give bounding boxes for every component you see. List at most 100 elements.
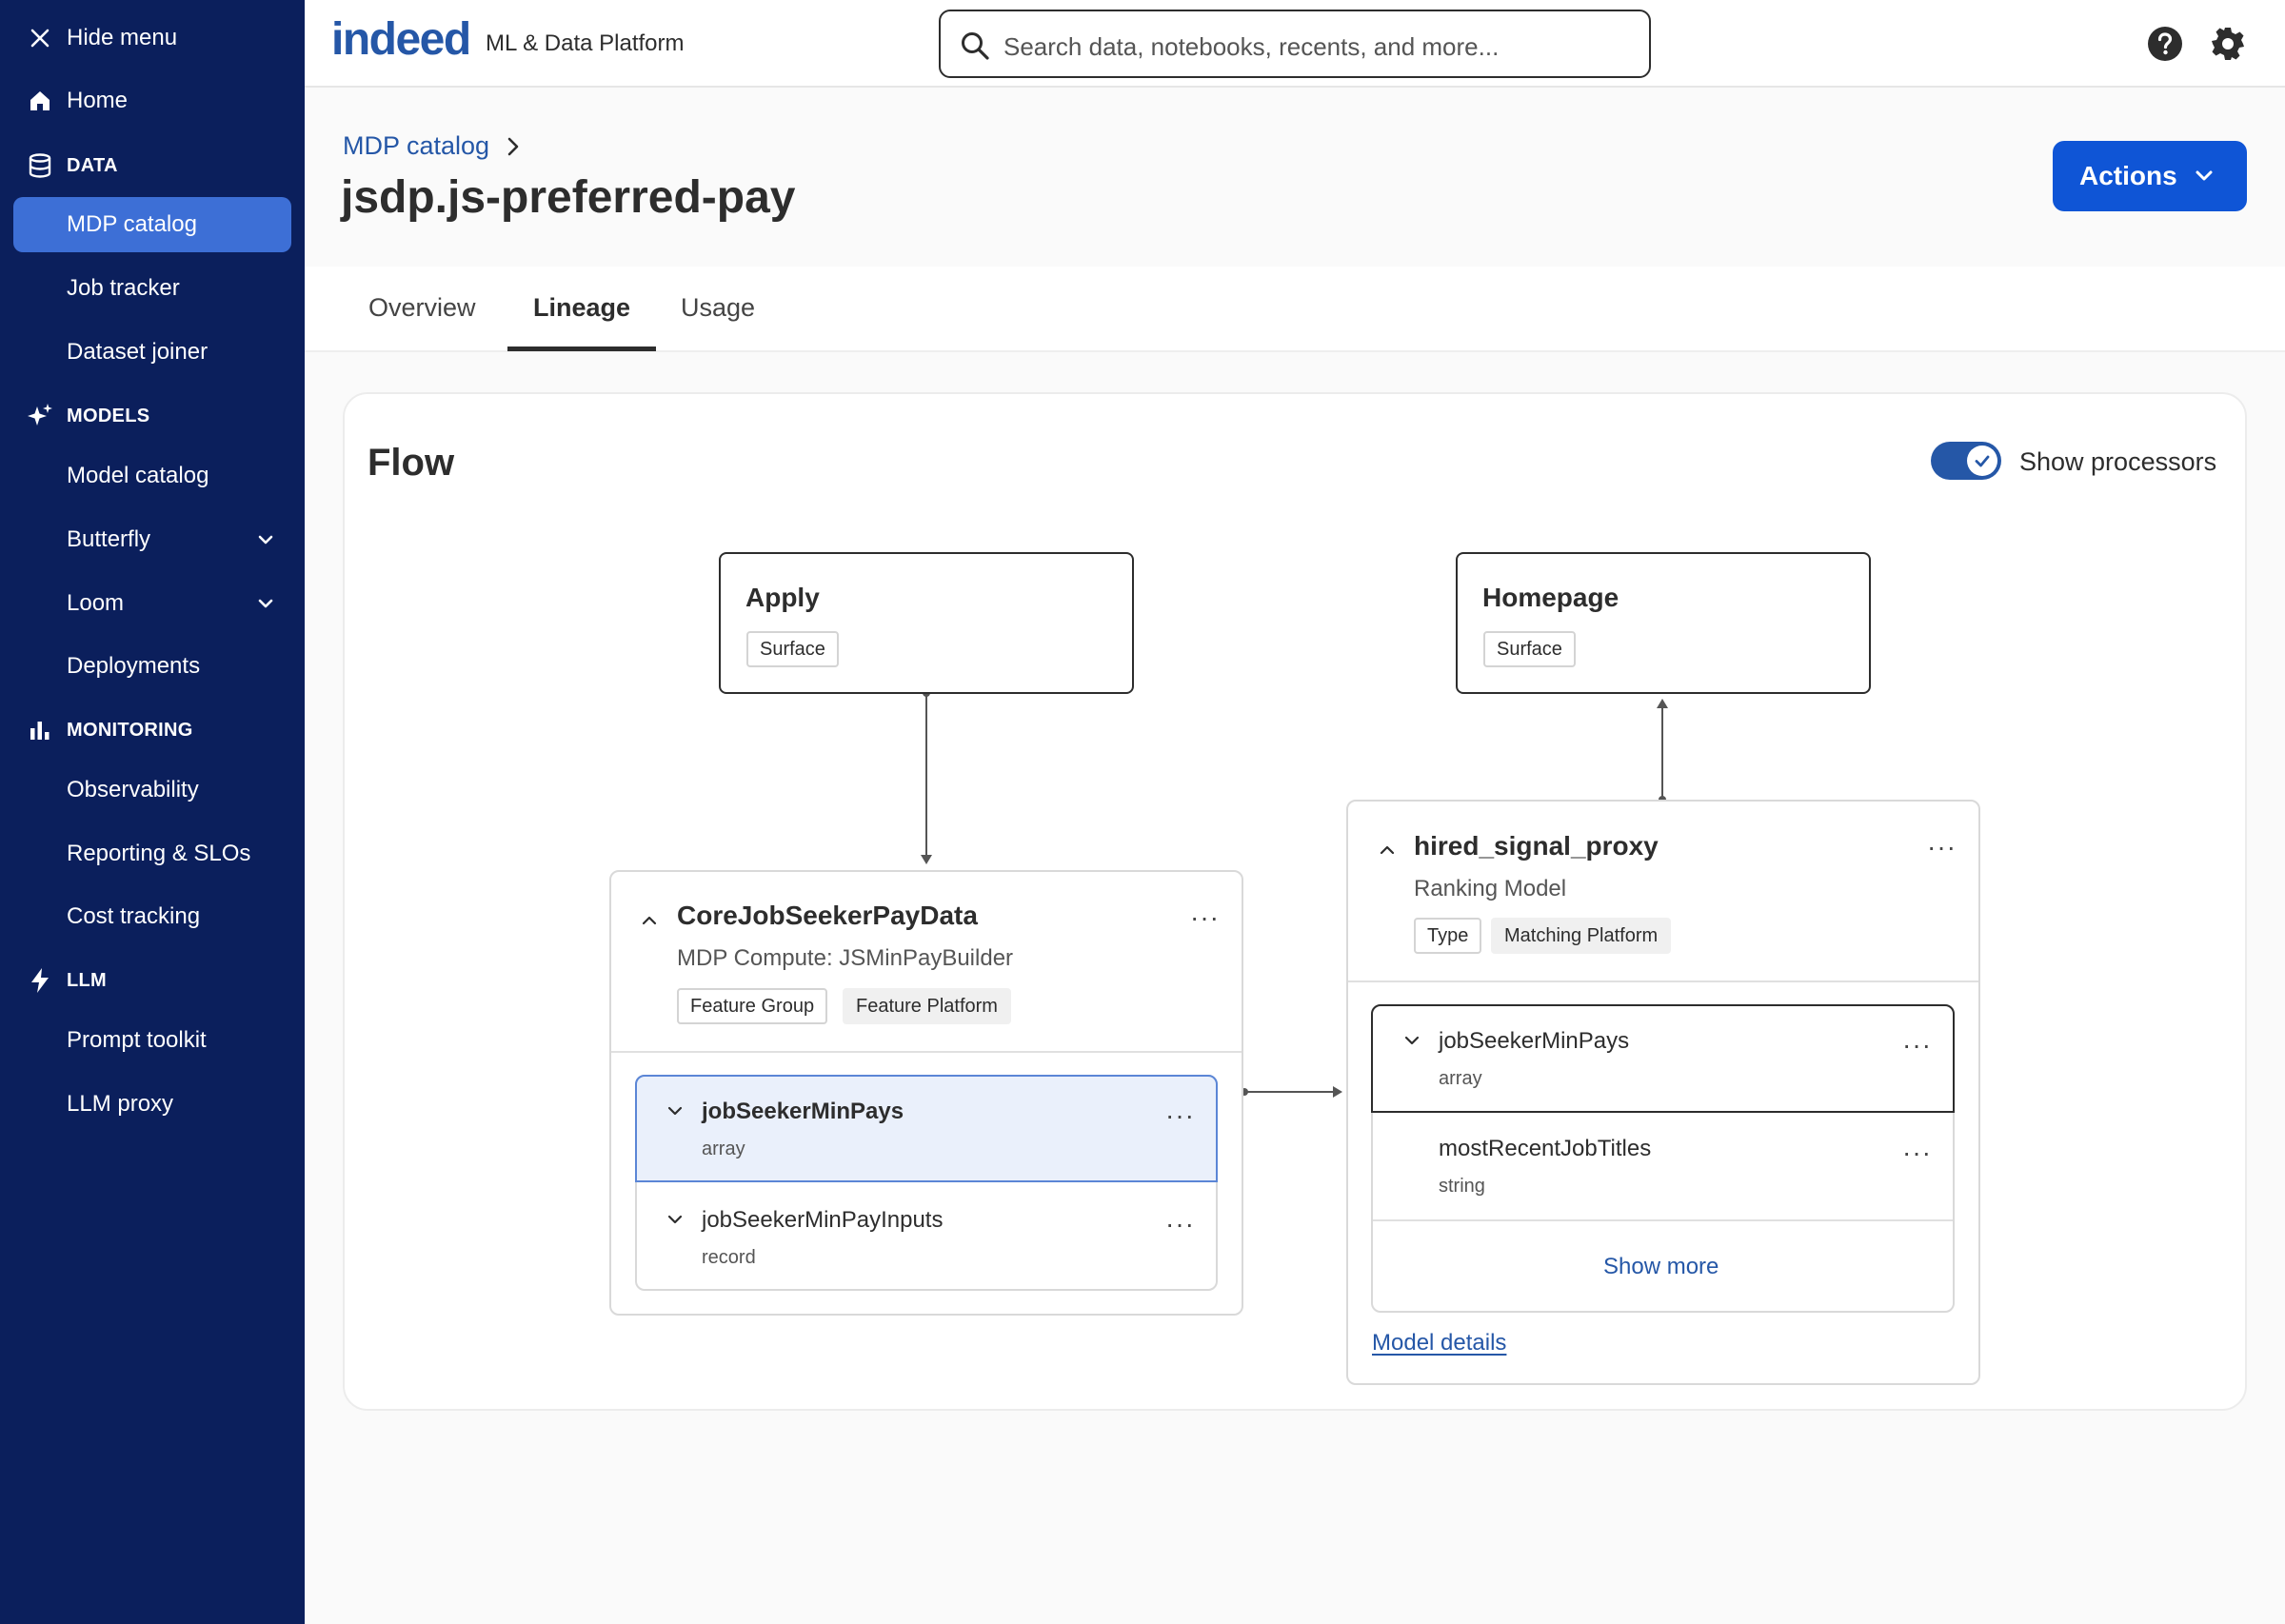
page-title: jsdp.js-preferred-pay bbox=[341, 172, 796, 223]
sidebar-item-cost-tracking[interactable]: Cost tracking bbox=[0, 898, 305, 936]
database-icon bbox=[27, 152, 53, 179]
sidebar: Hide menu Home DATA MDP catalog Job trac… bbox=[0, 0, 305, 1624]
sidebar-item-deployments[interactable]: Deployments bbox=[0, 647, 305, 685]
check-icon bbox=[1975, 455, 1990, 467]
sidebar-item-label: Reporting & SLOs bbox=[67, 841, 251, 866]
tab-usage[interactable]: Usage bbox=[681, 293, 755, 323]
sidebar-section-monitoring: MONITORING bbox=[0, 711, 305, 749]
sidebar-item-dataset-joiner[interactable]: Dataset joiner bbox=[0, 333, 305, 371]
chevron-up-icon[interactable] bbox=[641, 912, 658, 929]
breadcrumb-link[interactable]: MDP catalog bbox=[343, 131, 489, 161]
section-label: LLM bbox=[67, 969, 107, 991]
surface-tag: Surface bbox=[1483, 631, 1576, 667]
sidebar-item-label: Butterfly bbox=[67, 526, 151, 552]
field-name: jobSeekerMinPays bbox=[702, 1099, 904, 1124]
node-tag: Feature Group bbox=[677, 988, 828, 1024]
actions-button[interactable]: Actions bbox=[2053, 141, 2247, 211]
show-processors-toggle[interactable] bbox=[1931, 442, 2001, 480]
field-row-selected[interactable] bbox=[635, 1075, 1218, 1182]
field-row[interactable] bbox=[637, 1184, 1216, 1289]
sidebar-item-home[interactable]: Home bbox=[0, 82, 305, 120]
flow-title: Flow bbox=[368, 442, 455, 484]
more-options-icon[interactable]: ··· bbox=[1902, 1032, 1932, 1059]
section-label: MODELS bbox=[67, 405, 150, 426]
node-tag: Feature Platform bbox=[843, 988, 1011, 1024]
sidebar-item-job-tracker[interactable]: Job tracker bbox=[0, 269, 305, 307]
sidebar-item-label: Model catalog bbox=[67, 463, 209, 488]
product-name: ML & Data Platform bbox=[486, 30, 685, 56]
node-tag: Type bbox=[1414, 918, 1482, 954]
help-icon[interactable] bbox=[2146, 25, 2184, 63]
surface-node-apply[interactable] bbox=[719, 552, 1134, 694]
field-type: array bbox=[1439, 1068, 1482, 1089]
tab-lineage[interactable]: Lineage bbox=[533, 293, 630, 323]
gear-icon[interactable] bbox=[2209, 25, 2247, 63]
sidebar-item-reporting[interactable]: Reporting & SLOs bbox=[0, 835, 305, 873]
more-options-icon[interactable]: ··· bbox=[1902, 1139, 1932, 1166]
surface-title: Apply bbox=[745, 583, 820, 612]
sidebar-item-label: Cost tracking bbox=[67, 903, 201, 929]
sidebar-item-model-catalog[interactable]: Model catalog bbox=[0, 457, 305, 495]
more-options-icon[interactable]: ··· bbox=[1190, 904, 1220, 931]
show-more-link[interactable]: Show more bbox=[1603, 1254, 1719, 1280]
sidebar-item-label: Observability bbox=[67, 777, 199, 802]
field-type: record bbox=[702, 1247, 756, 1268]
chevron-down-icon[interactable] bbox=[666, 1211, 684, 1228]
sidebar-item-label: Prompt toolkit bbox=[67, 1027, 207, 1053]
chevron-down-icon[interactable] bbox=[1403, 1032, 1421, 1049]
sparkle-icon bbox=[27, 403, 53, 429]
node-subtitle: Ranking Model bbox=[1414, 876, 1567, 901]
hide-menu-button[interactable]: Hide menu bbox=[0, 19, 305, 57]
sidebar-item-butterfly[interactable]: Butterfly bbox=[0, 521, 305, 559]
hide-menu-label: Hide menu bbox=[67, 25, 178, 50]
field-row-highlighted[interactable] bbox=[1371, 1004, 1955, 1113]
sidebar-item-loom[interactable]: Loom bbox=[0, 584, 305, 623]
sidebar-item-label: Deployments bbox=[67, 653, 201, 679]
chevron-up-icon[interactable] bbox=[1379, 842, 1396, 859]
sidebar-item-mdp-catalog[interactable]: MDP catalog bbox=[0, 206, 305, 244]
chevron-down-icon[interactable] bbox=[666, 1102, 684, 1119]
indeed-logo[interactable]: indeed bbox=[331, 13, 471, 66]
surface-title: Homepage bbox=[1482, 583, 1619, 612]
sidebar-item-observability[interactable]: Observability bbox=[0, 771, 305, 809]
field-name: mostRecentJobTitles bbox=[1439, 1136, 1652, 1161]
chevron-down-icon bbox=[2196, 170, 2213, 181]
sidebar-item-label: LLM proxy bbox=[67, 1091, 174, 1117]
surface-node-homepage[interactable] bbox=[1456, 552, 1871, 694]
surface-tag: Surface bbox=[746, 631, 839, 667]
divider bbox=[611, 1051, 1242, 1053]
sidebar-item-prompt-toolkit[interactable]: Prompt toolkit bbox=[0, 1021, 305, 1060]
node-tag: Matching Platform bbox=[1491, 918, 1672, 954]
tab-overview[interactable]: Overview bbox=[368, 293, 476, 323]
sidebar-item-label: Loom bbox=[67, 590, 125, 616]
sidebar-section-llm: LLM bbox=[0, 961, 305, 1000]
more-options-icon[interactable]: ··· bbox=[1165, 1211, 1195, 1238]
breadcrumb: MDP catalog bbox=[343, 131, 522, 161]
toggle-knob bbox=[1967, 446, 1997, 476]
more-options-icon[interactable]: ··· bbox=[1165, 1102, 1195, 1129]
sidebar-item-label: Home bbox=[67, 88, 129, 113]
sidebar-section-data: DATA bbox=[0, 147, 305, 185]
field-name: jobSeekerMinPays bbox=[1439, 1028, 1630, 1054]
home-icon bbox=[27, 88, 53, 114]
divider bbox=[1348, 980, 1978, 982]
toggle-label: Show processors bbox=[2019, 447, 2217, 476]
sidebar-section-models: MODELS bbox=[0, 397, 305, 435]
node-title: CoreJobSeekerPayData bbox=[677, 901, 978, 930]
field-name: jobSeekerMinPayInputs bbox=[702, 1207, 944, 1233]
actions-label: Actions bbox=[2079, 161, 2177, 190]
close-icon bbox=[27, 25, 53, 51]
field-type: array bbox=[702, 1139, 745, 1159]
model-details-link[interactable]: Model details bbox=[1372, 1330, 1506, 1357]
sidebar-item-label: MDP catalog bbox=[67, 211, 197, 237]
field-row[interactable] bbox=[1373, 1114, 1953, 1218]
chevron-down-icon bbox=[258, 535, 273, 545]
sidebar-item-label: Job tracker bbox=[67, 275, 180, 301]
sidebar-item-llm-proxy[interactable]: LLM proxy bbox=[0, 1085, 305, 1123]
more-options-icon[interactable]: ··· bbox=[1927, 834, 1957, 861]
search-input[interactable]: Search data, notebooks, recents, and mor… bbox=[939, 10, 1651, 78]
field-type: string bbox=[1439, 1176, 1485, 1197]
bar-chart-icon bbox=[27, 717, 53, 743]
node-title: hired_signal_proxy bbox=[1414, 831, 1659, 861]
active-tab-indicator bbox=[507, 347, 656, 351]
